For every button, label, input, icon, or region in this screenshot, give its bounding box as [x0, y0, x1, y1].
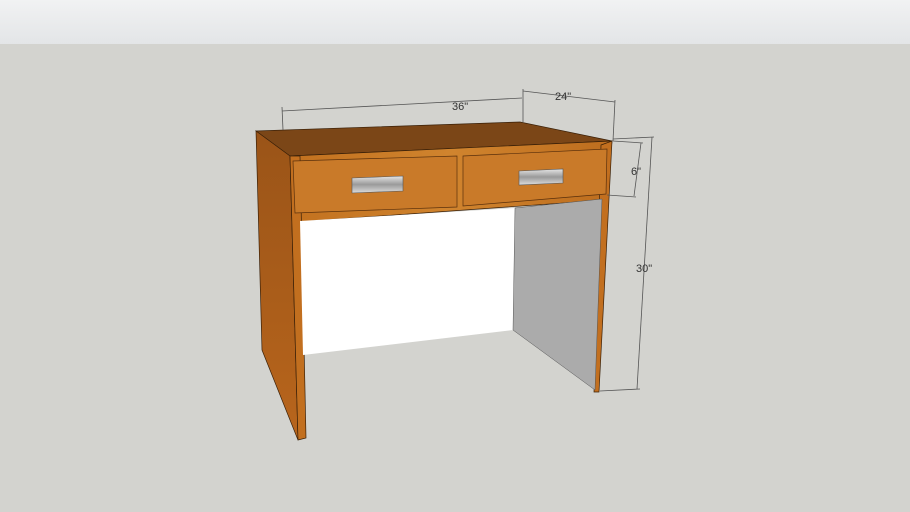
- dimension-depth-label: 24": [555, 91, 571, 103]
- drawer-left-handle[interactable]: [351, 175, 404, 194]
- dimension-drawer-height-label: 6": [631, 166, 641, 178]
- right-inner-side: [512, 198, 603, 391]
- dimension-drawer-height: 6": [606, 140, 644, 198]
- dimension-height-label: 30": [636, 263, 652, 275]
- desk-opening: [300, 208, 515, 355]
- model-viewport[interactable]: 36" 24" 6" 30": [0, 0, 910, 512]
- desk: [254, 121, 613, 441]
- drawer-right-handle[interactable]: [518, 168, 564, 186]
- dimension-width-label: 36": [452, 101, 468, 113]
